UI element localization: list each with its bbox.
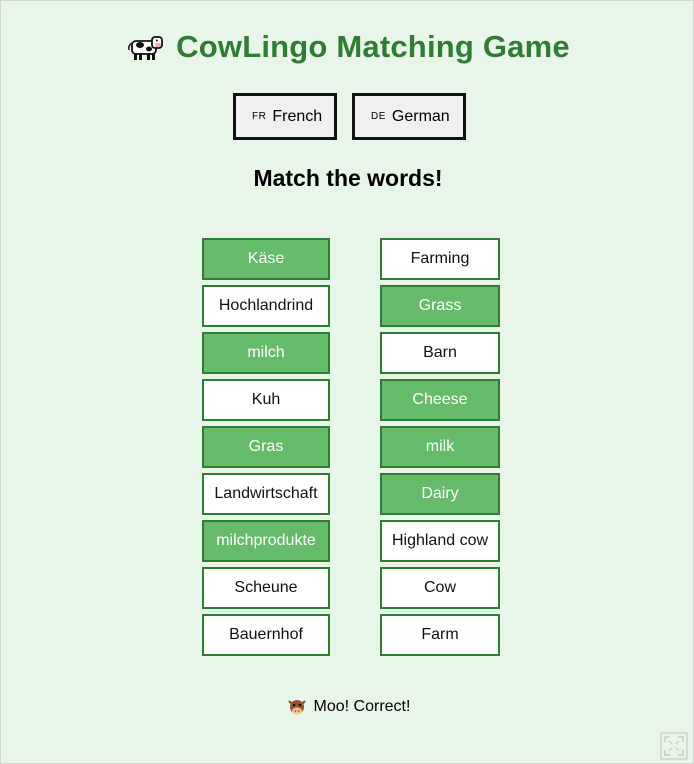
word-card-left[interactable]: Hochlandrind xyxy=(202,285,330,327)
german-button[interactable]: DE German xyxy=(352,93,466,140)
word-card-right[interactable]: Grass xyxy=(380,285,500,327)
cow-face-icon xyxy=(287,700,306,715)
german-word-column: Käse Hochlandrind milch Kuh Gras Landwir… xyxy=(202,238,330,656)
feedback-text: Moo! Correct! xyxy=(313,698,411,715)
cow-icon xyxy=(128,36,164,60)
word-card-right[interactable]: Farming xyxy=(380,238,500,280)
word-card-left[interactable]: Scheune xyxy=(202,567,330,609)
word-card-left[interactable]: Gras xyxy=(202,426,330,468)
word-card-left[interactable]: Bauernhof xyxy=(202,614,330,656)
word-card-left[interactable]: Käse xyxy=(202,238,330,280)
word-card-right[interactable]: milk xyxy=(380,426,500,468)
word-card-right[interactable]: Farm xyxy=(380,614,500,656)
word-card-left[interactable]: milch xyxy=(202,332,330,374)
german-label: German xyxy=(391,107,450,125)
word-card-right[interactable]: Cheese xyxy=(380,379,500,421)
french-label: French xyxy=(272,107,323,125)
french-code: FR xyxy=(252,111,267,122)
page-title: CowLingo Matching Game xyxy=(176,29,570,64)
word-card-left[interactable]: milchprodukte xyxy=(202,520,330,562)
word-card-right[interactable]: Barn xyxy=(380,332,500,374)
german-code: DE xyxy=(371,111,386,122)
language-selector: FR French DE German xyxy=(1,93,694,140)
french-button[interactable]: FR French xyxy=(233,93,337,140)
word-card-right[interactable]: Cow xyxy=(380,567,500,609)
instruction-text: Match the words! xyxy=(253,165,443,191)
game-header: CowLingo Matching Game xyxy=(1,29,694,65)
word-card-left[interactable]: Landwirtschaft xyxy=(202,473,330,515)
word-card-right[interactable]: Highland cow xyxy=(380,520,500,562)
fullscreen-icon[interactable] xyxy=(660,732,688,760)
feedback-message: Moo! Correct! xyxy=(1,697,694,717)
english-word-column: Farming Grass Barn Cheese milk Dairy Hig… xyxy=(380,238,500,656)
word-card-right[interactable]: Dairy xyxy=(380,473,500,515)
word-card-left[interactable]: Kuh xyxy=(202,379,330,421)
